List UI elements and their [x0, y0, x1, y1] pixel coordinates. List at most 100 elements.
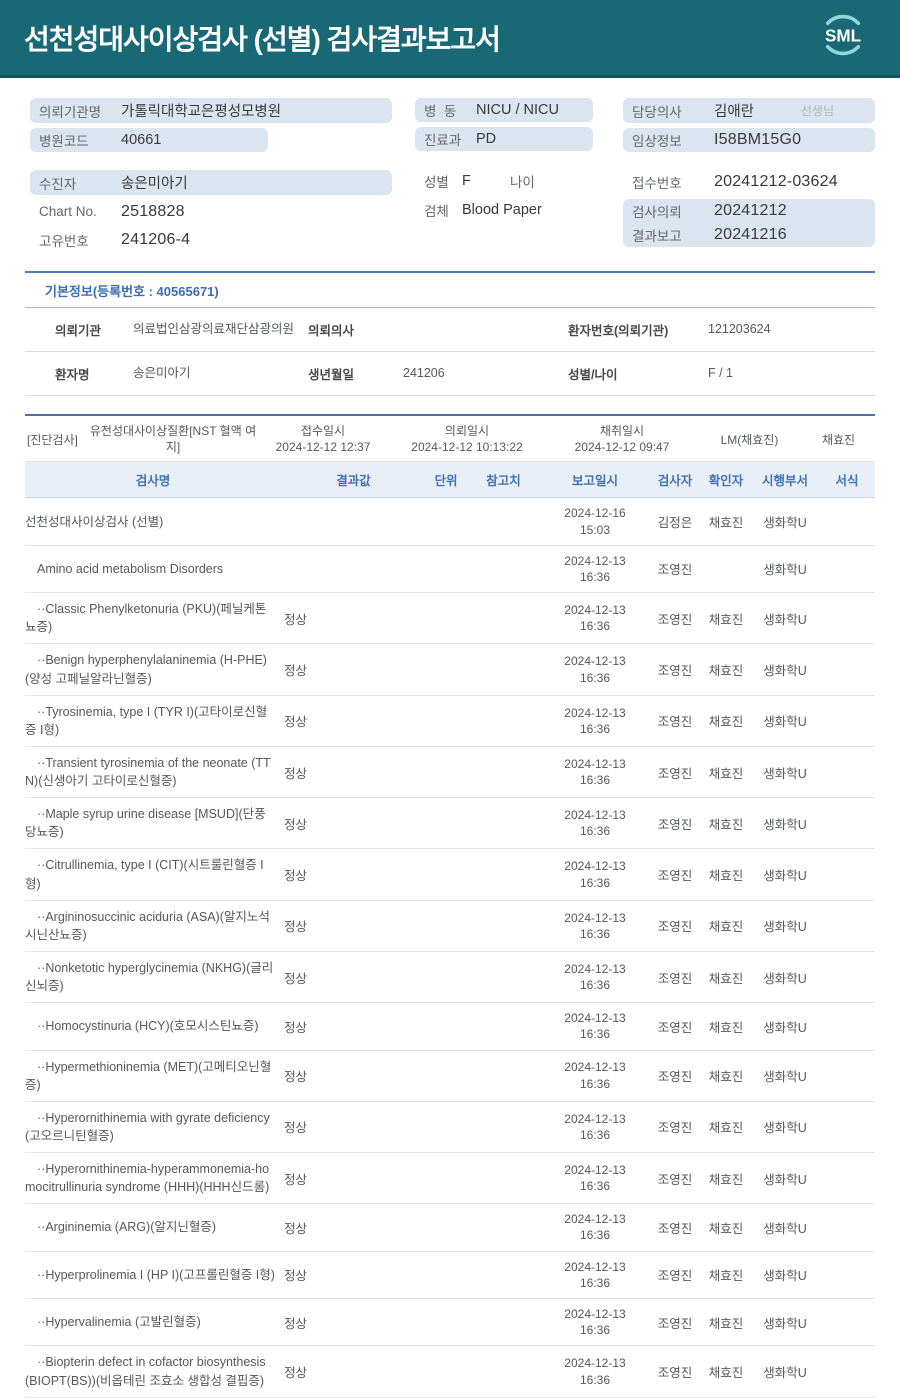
tester-cell: 조영진 — [657, 1269, 693, 1284]
department-cell: 생화학U — [763, 1121, 807, 1136]
sex-label: 성별 — [424, 175, 449, 190]
result-value-cell: 정상 — [284, 817, 308, 832]
tester-cell: 조영진 — [657, 1020, 693, 1035]
verifier-cell: 채효진 — [708, 715, 744, 730]
clinical-info-value: I58BM15G0 — [714, 131, 802, 148]
test-name-cell: ··Nonketotic hyperglycinemia (NKHG)(글리신뇌… — [25, 960, 274, 993]
sex-value: F — [462, 173, 471, 189]
requesting-org-row: 의뢰기관명 가톨릭대학교은평성모병원 — [30, 98, 392, 123]
report-datetime-cell: 2024-12-13 16:36 — [564, 808, 626, 839]
table-row: ··Tyrosinemia, type I (TYR I)(고타이로신혈증 I형… — [25, 696, 875, 747]
result-report-row: 결과보고 20241216 — [623, 223, 875, 247]
report-datetime-cell: 2024-12-13 16:36 — [564, 1011, 626, 1042]
department-cell: 생화학U — [763, 1221, 807, 1236]
ward-value: NICU / NICU — [476, 102, 559, 118]
table-row: ··Argininosuccinic aciduria (ASA)(알지노석시닌… — [25, 901, 875, 952]
patient-row: 수진자 송은미아기 — [30, 170, 392, 195]
column-header: 서식 — [835, 474, 859, 489]
report-datetime-cell: 2024-12-13 16:36 — [564, 961, 626, 992]
table-row: ··Hypermethioninemia (MET)(고메티오닌혈증) 정상 202… — [25, 1051, 875, 1102]
result-report-label: 결과보고 — [632, 229, 682, 244]
hospital-code-value: 40661 — [121, 132, 162, 148]
department-cell: 생화학U — [763, 563, 807, 578]
collect-datetime-value: 2024-12-12 09:47 — [574, 440, 670, 455]
results-table-header: 검사명 결과값 단위 참고치 보고일시 검사자 확인자 시행부서 서식 — [25, 462, 875, 499]
test-name-cell: ··Hypermethioninemia (MET)(고메티오닌혈증) — [25, 1059, 272, 1092]
test-name-cell: ··Argininemia (ARG)(알지닌혈증) — [37, 1220, 217, 1235]
verifier-cell: 채효진 — [708, 920, 744, 935]
department-cell: 생화학U — [763, 1269, 807, 1284]
tester-cell: 조영진 — [657, 869, 693, 883]
table-row: ··Maple syrup urine disease [MSUD](단풍당뇨증… — [25, 798, 875, 850]
test-name-cell: ··Hyperprolinemia I (HP I)(고프롤린혈증 I형) — [37, 1267, 275, 1282]
tester-cell: 조영진 — [657, 1221, 693, 1236]
collect-datetime: 채취일시 2024-12-12 09:47 — [547, 423, 697, 455]
test-name-cell: ··Citrullinemia, type I (CIT)(시트룰린혈증 I형) — [25, 858, 264, 891]
column-header: 시행부서 — [761, 474, 808, 489]
table-row: ··Hypervalinemia (고발린혈증) 정상 2024-12-13 16:3… — [25, 1299, 875, 1347]
table-row: ··Biopterin defect in cofactor biosynthe… — [25, 1346, 875, 1398]
result-value-cell: 정상 — [284, 1070, 308, 1085]
receipt-datetime-value: 2024-12-12 12:37 — [275, 440, 371, 455]
verifier-cell: 채효진 — [708, 1269, 744, 1284]
field-value: 241206 — [403, 365, 445, 380]
tester-cell: 조영진 — [657, 1172, 693, 1187]
test-name-cell: ··Classic Phenylketonuria (PKU)(페닐케톤뇨증) — [25, 602, 267, 635]
request-datetime-label: 의뢰일시 — [444, 424, 490, 438]
report-datetime-cell: 2024-12-13 16:36 — [564, 654, 626, 685]
chart-no-label: Chart No. — [39, 204, 97, 219]
test-name-cell: ··Biopterin defect in cofactor biosynthe… — [25, 1355, 266, 1388]
field-label: 환자명 — [55, 368, 90, 382]
result-value-cell: 정상 — [284, 1172, 308, 1187]
department-cell: 생화학U — [763, 1172, 807, 1187]
department-cell: 생화학U — [763, 1020, 807, 1035]
verifier-cell: 채효진 — [708, 869, 744, 883]
test-name-cell: 선천성대사이상검사 (선별) — [25, 514, 164, 529]
table-row: ··Benign hyperphenylalaninemia (H-PHE)(양… — [25, 644, 875, 696]
column-header: 보고일시 — [571, 474, 618, 489]
result-value-cell: 정상 — [284, 1269, 308, 1284]
request-datetime-value: 2024-12-12 10:13:22 — [411, 440, 523, 455]
table-row: 선천성대사이상검사 (선별) 2024-12-16 15:03 김정은 채효진 생화학U — [25, 498, 875, 546]
patient-label: 수진자 — [39, 176, 77, 192]
specimen-row: 검체 Blood Paper — [415, 198, 593, 222]
field-label: 성별/나이 — [568, 368, 618, 382]
doctor-label: 담당의사 — [632, 104, 682, 120]
doctor-value: 김애란 — [714, 104, 755, 120]
age-label: 나이 — [510, 175, 535, 190]
table-row: ··Hyperornithinemia with gyrate deficien… — [25, 1102, 875, 1153]
test-name-cell: ··Tyrosinemia, type I (TYR I)(고타이로신혈증 I형… — [25, 704, 268, 737]
department-cell: 생화학U — [763, 664, 807, 678]
verifier-cell: 채효진 — [708, 766, 744, 781]
field-value: 의료법인삼광의료재단삼광의원 — [133, 321, 295, 336]
requesting-org-value: 가톨릭대학교은평성모병원 — [121, 104, 282, 120]
tester-cell: 조영진 — [657, 715, 693, 730]
table-row: Amino acid metabolism Disorders 2024-12-1… — [25, 546, 875, 594]
verifier-cell: 채효진 — [708, 971, 744, 986]
table-row: ··Argininemia (ARG)(알지닌혈증) 정상 2024-12-13 16… — [25, 1204, 875, 1252]
ward-row: 병 동 NICU / NICU — [415, 98, 593, 122]
column-header: 결과값 — [336, 474, 371, 489]
tester-cell: 조영진 — [657, 817, 693, 832]
medical-dept-row: 진료과 PD — [415, 127, 593, 151]
result-value-cell: 정상 — [284, 869, 308, 883]
column-header: 참고치 — [486, 474, 521, 489]
column-header: 검사자 — [657, 474, 693, 489]
report-datetime-cell: 2024-12-13 16:36 — [564, 910, 626, 941]
receipt-no-value: 20241212-03624 — [714, 173, 838, 190]
report-datetime-cell: 2024-12-13 16:36 — [564, 1212, 626, 1243]
receipt-datetime: 접수일시 2024-12-12 12:37 — [259, 423, 387, 455]
basic-info-title: 기본정보(등록번호 : 40565671) — [25, 271, 875, 308]
report-datetime-cell: 2024-12-13 16:36 — [564, 1307, 626, 1338]
report-datetime-cell: 2024-12-13 16:36 — [564, 1162, 626, 1194]
basic-info-row: 의뢰기관 의료법인삼광의료재단삼광의원 의뢰의사 환자번호(의뢰기관) 12120362… — [25, 308, 875, 352]
column-header: 검사명 — [135, 474, 171, 489]
test-request-label: 검사의뢰 — [632, 205, 682, 220]
unique-no-value: 241206-4 — [121, 231, 191, 248]
test-name-cell: ··Maple syrup urine disease [MSUD](단풍당뇨증… — [25, 807, 266, 840]
receipt-no-label: 접수번호 — [632, 176, 682, 191]
field-value: 121203624 — [708, 321, 771, 336]
specimen-value: Blood Paper — [462, 202, 542, 218]
verifier-cell: 채효진 — [708, 1221, 744, 1236]
department-cell: 생화학U — [763, 715, 807, 730]
